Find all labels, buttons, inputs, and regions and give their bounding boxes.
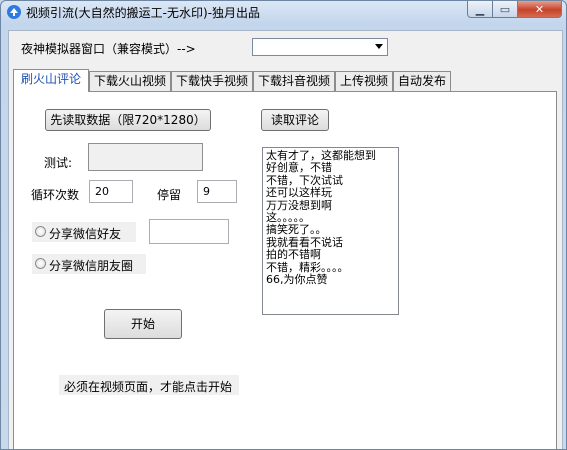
share-moments-option[interactable]: 分享微信朋友圈 — [32, 254, 146, 274]
stay-label: 停留 — [157, 188, 182, 202]
start-button[interactable]: 开始 — [104, 309, 182, 339]
client-area: 夜神模拟器窗口（兼容模式）--> 刷火山评论 下载火山视频 下载快手视频 下载抖… — [8, 30, 563, 449]
tab-download-huoshan[interactable]: 下载火山视频 — [89, 71, 171, 91]
comment-line: 66,为你点赞 — [266, 273, 328, 287]
maximize-button[interactable]: ▭ — [493, 1, 518, 18]
minimize-button[interactable]: ▁ — [467, 1, 493, 18]
loop-count-label: 循环次数 — [31, 188, 80, 202]
emulator-window-label: 夜神模拟器窗口（兼容模式）--> — [21, 42, 196, 56]
read-data-button[interactable]: 先读取数据（限720*1280） — [45, 109, 211, 131]
tab-download-kuaishou[interactable]: 下载快手视频 — [171, 71, 253, 91]
comment-line: 拍的不错啊 — [266, 248, 321, 262]
tab-huoshan-comments[interactable]: 刷火山评论 — [13, 69, 89, 92]
test-field — [88, 143, 203, 171]
share-moments-label: 分享微信朋友圈 — [49, 259, 134, 273]
read-comments-button[interactable]: 读取评论 — [261, 109, 329, 131]
window-title: 视频引流(大自然的搬运工-无水印)-独月出品 — [26, 6, 261, 20]
tab-download-douyin[interactable]: 下载抖音视频 — [253, 71, 335, 91]
share-friends-radio[interactable] — [35, 226, 46, 237]
close-button[interactable]: ✕ — [518, 1, 562, 18]
tab-auto-publish[interactable]: 自动发布 — [393, 71, 451, 91]
share-friends-input[interactable] — [149, 219, 229, 244]
chevron-down-icon[interactable] — [375, 44, 383, 49]
title-bar[interactable]: 视频引流(大自然的搬运工-无水印)-独月出品 ▁ ▭ ✕ — [1, 1, 566, 23]
start-note: 必须在视频页面，才能点击开始 — [64, 380, 233, 394]
app-icon — [7, 5, 21, 19]
loop-count-input[interactable]: 20 — [89, 180, 133, 203]
stay-input[interactable]: 9 — [197, 180, 237, 203]
tab-upload-video[interactable]: 上传视频 — [335, 71, 393, 91]
comment-line: 搞笑死了。。 — [266, 223, 327, 237]
comment-line: 还可以这样玩 — [266, 186, 332, 200]
share-friends-option[interactable]: 分享微信好友 — [32, 222, 136, 242]
comment-line: 好创意，不错 — [266, 161, 332, 175]
emulator-window-select[interactable] — [252, 38, 388, 56]
app-window: 视频引流(大自然的搬运工-无水印)-独月出品 ▁ ▭ ✕ 夜神模拟器窗口（兼容模… — [0, 0, 567, 450]
share-moments-radio[interactable] — [35, 258, 46, 269]
test-label: 测试: — [44, 156, 73, 170]
share-friends-label: 分享微信好友 — [49, 227, 122, 241]
note-box: 必须在视频页面，才能点击开始 — [59, 375, 239, 395]
comments-list[interactable]: 太有才了，这都能想到 好创意，不错 不错，下次试试 还可以这样玩 万万没想到啊 … — [262, 147, 399, 315]
